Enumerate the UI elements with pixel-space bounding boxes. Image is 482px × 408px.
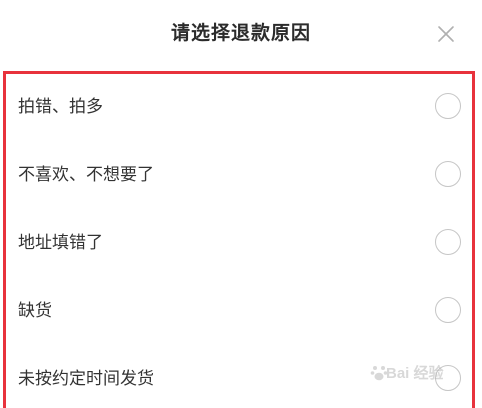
watermark-text: Bai 经验 <box>386 365 444 382</box>
close-button[interactable] <box>432 20 460 48</box>
refund-reason-sheet: 请选择退款原因 拍错、拍多 不喜欢、不想要了 地址填错了 缺货 未按约定时间发货 <box>0 0 482 408</box>
watermark: Bai 经验 <box>370 358 478 392</box>
close-icon <box>438 26 454 42</box>
sheet-title: 请选择退款原因 <box>170 22 311 44</box>
sheet-header: 请选择退款原因 <box>0 0 482 68</box>
